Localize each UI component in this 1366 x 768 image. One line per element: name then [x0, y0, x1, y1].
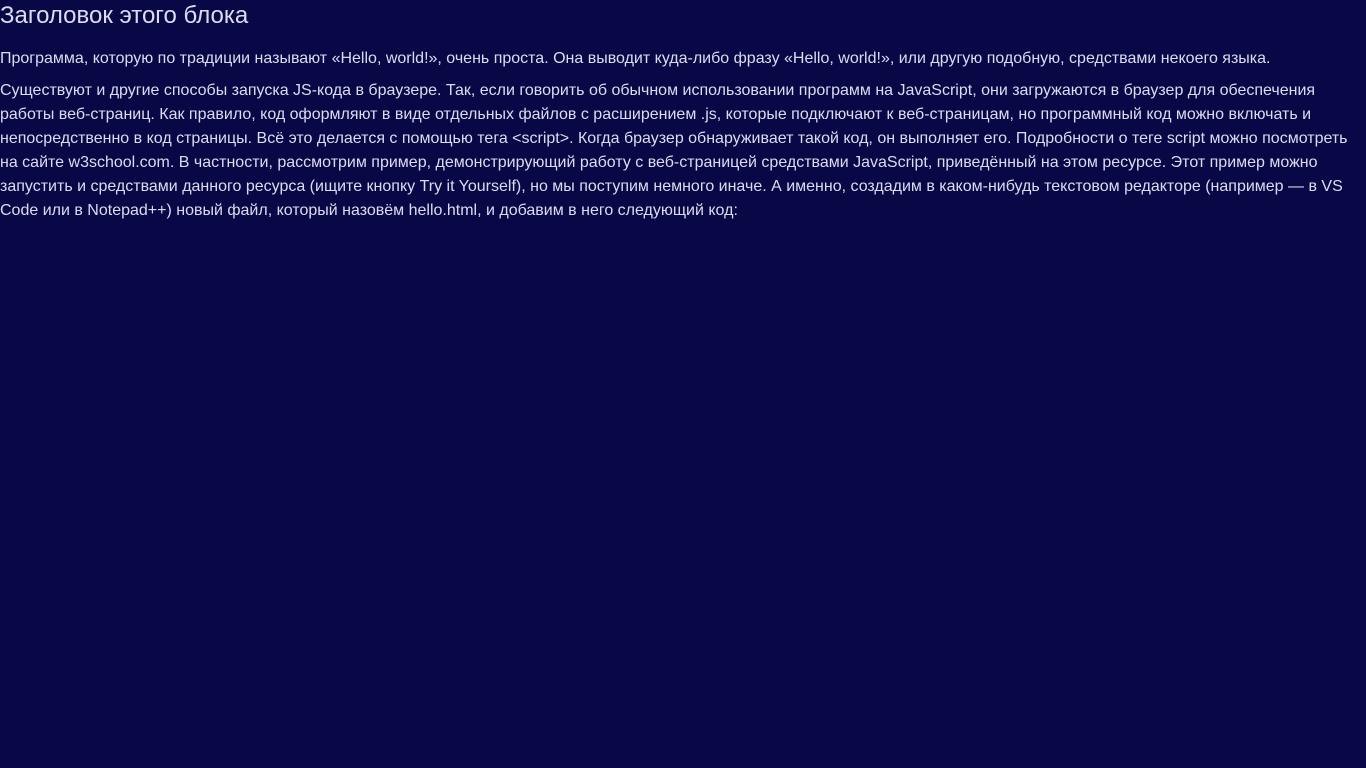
intro-paragraph: Программа, которую по традиции называют … — [0, 50, 1271, 67]
block-title: Заголовок этого блока — [0, 2, 249, 29]
body-paragraph: Существуют и другие способы запуска JS-к… — [0, 82, 1348, 219]
page: Заголовок этого блока Программа, которую… — [0, 0, 1366, 768]
